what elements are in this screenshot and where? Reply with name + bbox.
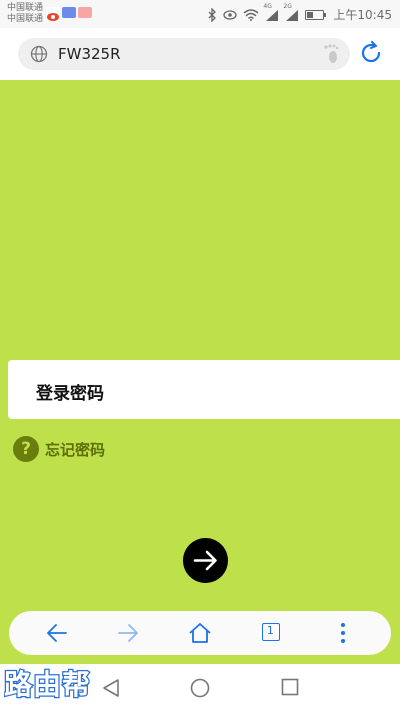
footprint-icon[interactable]: [322, 44, 340, 64]
watermark-logo: 路由帮: [4, 667, 91, 701]
eye-icon: [223, 9, 238, 20]
signal-icon-2: [286, 9, 299, 21]
address-bar: FW325R: [0, 28, 400, 80]
tab-count: 1: [266, 624, 274, 638]
url-field[interactable]: FW325R: [18, 38, 350, 70]
nav-home-icon[interactable]: [190, 678, 210, 698]
arrow-right-icon: [193, 550, 217, 571]
home-icon[interactable]: [188, 621, 212, 645]
refresh-icon[interactable]: [359, 41, 383, 65]
back-icon[interactable]: [45, 621, 69, 645]
svg-text:路由帮: 路由帮: [4, 668, 91, 701]
nav-back-icon[interactable]: [102, 678, 120, 698]
url-text: FW325R: [58, 45, 121, 63]
signal-2g: 2G: [283, 3, 299, 21]
more-menu-icon[interactable]: [331, 621, 355, 645]
app-icon: [62, 7, 76, 18]
password-label: 登录密码: [36, 384, 104, 404]
carrier-labels: 中国联通 中国联通: [7, 3, 43, 25]
weibo-icon: [46, 7, 60, 21]
app-icon-2: [78, 7, 92, 18]
login-submit-button[interactable]: [183, 538, 228, 583]
tabs-button[interactable]: 1: [262, 623, 280, 641]
password-input[interactable]: 登录密码: [8, 360, 400, 419]
forward-icon[interactable]: [116, 621, 140, 645]
question-icon: ?: [13, 436, 39, 462]
status-icons: 4G 2G 上午10:45: [207, 3, 392, 23]
carrier-1: 中国联通: [7, 3, 44, 13]
status-bar: 中国联通 中国联通 4G 2G 上午10:45: [0, 0, 400, 28]
clock: 上午10:45: [333, 8, 392, 22]
globe-icon: [30, 45, 48, 63]
battery-icon: [305, 9, 327, 20]
signal-4g: 4G: [263, 3, 279, 21]
forgot-password-link[interactable]: ? 忘记密码: [13, 436, 105, 462]
signal-icon: [266, 9, 279, 21]
nav-recents-icon[interactable]: [281, 678, 299, 696]
wifi-icon: [243, 8, 259, 21]
browser-toolbar: 1: [9, 611, 391, 655]
carrier-2: 中国联通: [7, 14, 44, 24]
forgot-password-label: 忘记密码: [45, 440, 106, 459]
bluetooth-icon: [208, 7, 217, 22]
